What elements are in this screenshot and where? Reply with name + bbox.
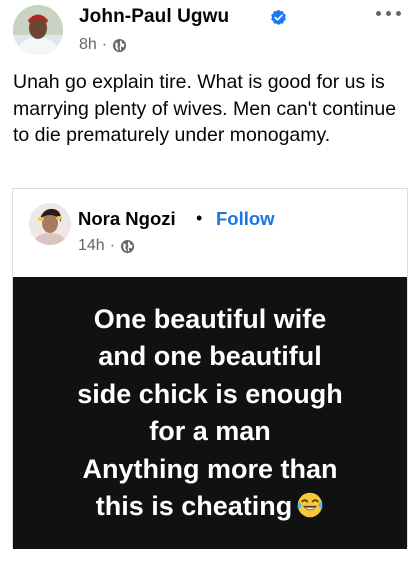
- post-meta: 8h ·: [79, 36, 127, 54]
- more-horizontal-icon: [375, 10, 381, 16]
- shared-meta-separator: ·: [109, 237, 116, 254]
- follow-button[interactable]: Follow: [216, 208, 275, 230]
- shared-post-meta: 14h ·: [78, 237, 135, 255]
- image-text-line: One beautiful wife: [93, 303, 327, 334]
- image-text-line: for a man: [149, 416, 271, 446]
- more-dot: [395, 10, 401, 16]
- image-text-line: this is cheating: [95, 491, 293, 521]
- shared-post-header: Nora Ngozi • Follow 14h ·: [13, 189, 407, 277]
- follow-separator: •: [196, 208, 203, 228]
- verified-badge-icon: [271, 9, 286, 25]
- image-text: One beautiful wife and one beautiful sid…: [20, 301, 400, 526]
- globe-icon: [113, 38, 127, 52]
- post-body-text: Unah go explain tire. What is good for u…: [13, 71, 397, 146]
- meta-separator: ·: [101, 36, 108, 53]
- shared-post-time[interactable]: 14h: [78, 237, 105, 255]
- shared-post-card[interactable]: Nora Ngozi • Follow 14h · One beautiful …: [12, 188, 408, 549]
- shared-author-avatar[interactable]: [29, 203, 71, 245]
- more-dot: [385, 10, 391, 16]
- image-text-line: Anything more than: [82, 453, 338, 484]
- shared-author-name[interactable]: Nora Ngozi: [78, 208, 176, 230]
- post-header: John-Paul Ugwu 8h ·: [0, 0, 416, 62]
- face-with-tears-of-joy-icon: [298, 492, 323, 518]
- image-text-line-last: this is cheating: [20, 488, 400, 526]
- post-time[interactable]: 8h: [79, 36, 97, 54]
- globe-icon: [120, 239, 135, 253]
- shared-post-image[interactable]: One beautiful wife and one beautiful sid…: [13, 277, 407, 549]
- image-text-line: side chick is enough: [77, 378, 343, 409]
- image-text-line: and one beautiful: [98, 341, 322, 371]
- author-name[interactable]: John-Paul Ugwu: [79, 6, 229, 28]
- more-options-button[interactable]: [370, 2, 406, 24]
- author-avatar[interactable]: [13, 5, 63, 55]
